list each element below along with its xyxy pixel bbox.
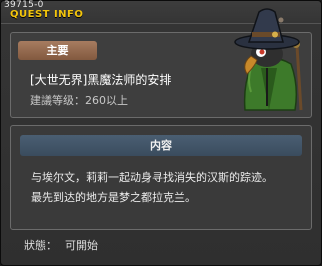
- level-requirement: 建議等级：260以上: [30, 94, 128, 107]
- window-title: QUEST INFO: [10, 9, 84, 20]
- quest-info-window: 39715-0 QUEST INFO 主要 [大世无界]黑魔法师的安排 建議等级…: [0, 0, 322, 266]
- content-description: 与埃尔文，莉莉一起动身寻找消失的汉斯的踪迹。 最先到达的地方是梦之都拉克兰。: [31, 168, 301, 208]
- content-header: 内容: [20, 135, 302, 156]
- quest-content-panel: 内容 与埃尔文，莉莉一起动身寻找消失的汉斯的踪迹。 最先到达的地方是梦之都拉克兰…: [10, 125, 312, 230]
- npc-portrait-icon: [234, 8, 303, 111]
- quest-name: [大世无界]黑魔法师的安排: [30, 73, 172, 87]
- content-line: 最先到达的地方是梦之都拉克兰。: [31, 191, 196, 204]
- quest-type-tag: 主要: [18, 41, 97, 60]
- quest-status: 狀態： 可開始: [24, 237, 98, 253]
- content-line: 与埃尔文，莉莉一起动身寻找消失的汉斯的踪迹。: [31, 171, 273, 184]
- status-label: 狀態：: [24, 239, 57, 252]
- status-value: 可開始: [65, 239, 98, 252]
